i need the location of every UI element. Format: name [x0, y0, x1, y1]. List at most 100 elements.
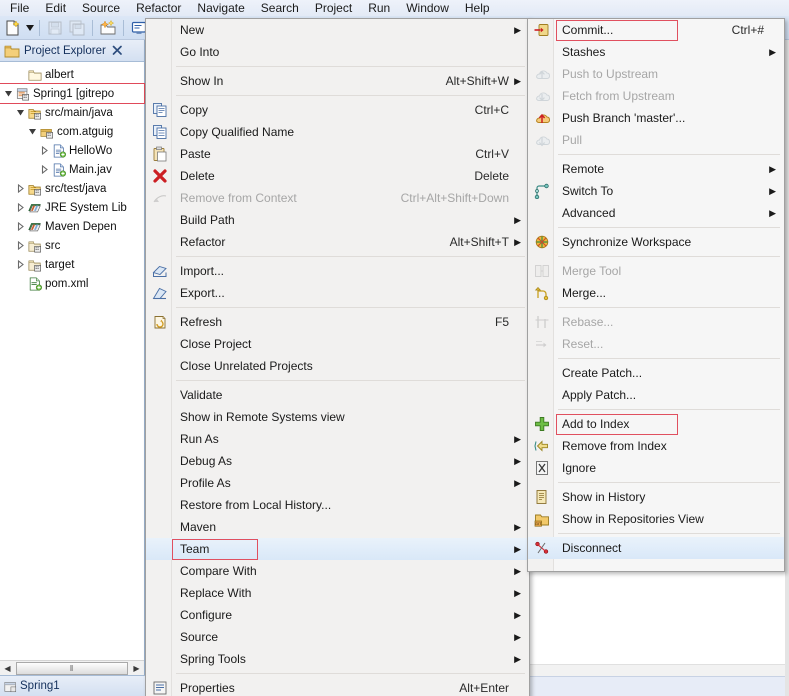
menubar-item-navigate[interactable]: Navigate [189, 0, 252, 16]
tree-expand-arrow[interactable] [38, 146, 50, 155]
tree-expand-arrow[interactable] [14, 184, 26, 193]
menu-item-show-in[interactable]: Show In Alt+Shift+W ▶ [146, 70, 529, 92]
collapsed-arrow-icon[interactable] [16, 184, 25, 193]
menubar-item-refactor[interactable]: Refactor [128, 0, 189, 16]
menu-item-remote[interactable]: Remote ▶ [528, 158, 784, 180]
project-explorer-tab[interactable]: Project Explorer [0, 40, 144, 62]
menu-item-show-in-remote-systems-view[interactable]: Show in Remote Systems view [146, 406, 529, 428]
collapsed-arrow-icon[interactable] [16, 241, 25, 250]
menu-item-close-project[interactable]: Close Project [146, 333, 529, 355]
tree-expand-arrow[interactable] [2, 89, 14, 98]
menu-item-build-path[interactable]: Build Path ▶ [146, 209, 529, 231]
expanded-arrow-icon[interactable] [16, 108, 25, 117]
new-wizard-dropdown[interactable] [25, 18, 34, 38]
expanded-arrow-icon[interactable] [4, 89, 13, 98]
menu-item-stashes[interactable]: Stashes ▶ [528, 41, 784, 63]
menubar-item-edit[interactable]: Edit [37, 0, 74, 16]
menu-item-synchronize-workspace[interactable]: Synchronize Workspace [528, 231, 784, 253]
menubar-item-window[interactable]: Window [398, 0, 457, 16]
menu-item-import[interactable]: Import... [146, 260, 529, 282]
tree-item-pom-xml[interactable]: pom.xml [0, 274, 144, 293]
team-submenu[interactable]: Commit... Ctrl+# Stashes ▶ Push to Upstream F… [527, 18, 785, 572]
menu-item-validate[interactable]: Validate [146, 384, 529, 406]
tree-item-com-atguig[interactable]: com.atguig [0, 122, 144, 141]
tree-item-target[interactable]: target [0, 255, 144, 274]
tree-item-jre-system-lib[interactable]: JRE System Lib [0, 198, 144, 217]
menu-item-create-patch[interactable]: Create Patch... [528, 362, 784, 384]
menu-item-refactor[interactable]: Refactor Alt+Shift+T ▶ [146, 231, 529, 253]
menu-item-run-as[interactable]: Run As ▶ [146, 428, 529, 450]
tree-item-albert[interactable]: albert [0, 65, 144, 84]
menu-item-close-unrelated-projects[interactable]: Close Unrelated Projects [146, 355, 529, 377]
menu-item-profile-as[interactable]: Profile As ▶ [146, 472, 529, 494]
tree-item-spring1-gitrepo[interactable]: Spring1 [gitrepo [0, 83, 145, 104]
menubar-item-source[interactable]: Source [74, 0, 128, 16]
menu-item-push-branch-master[interactable]: Push Branch 'master'... [528, 107, 784, 129]
expanded-arrow-icon[interactable] [28, 127, 37, 136]
menu-item-debug-as[interactable]: Debug As ▶ [146, 450, 529, 472]
menu-item-replace-with[interactable]: Replace With ▶ [146, 582, 529, 604]
menu-item-remove-from-index[interactable]: Remove from Index [528, 435, 784, 457]
tree-item-src-main-java[interactable]: src/main/java [0, 103, 144, 122]
collapsed-arrow-icon[interactable] [16, 260, 25, 269]
tree-expand-arrow[interactable] [38, 165, 50, 174]
scroll-thumb[interactable]: ‖ [16, 661, 128, 675]
menu-item-properties[interactable]: Properties Alt+Enter [146, 677, 529, 696]
collapsed-arrow-icon[interactable] [40, 146, 49, 155]
scroll-right-arrow-icon[interactable]: ▶ [129, 661, 144, 676]
project-tree[interactable]: albert Spring1 [gitrepo src/main/java com.a… [0, 62, 145, 293]
menu-item-commit[interactable]: Commit... Ctrl+# [528, 19, 784, 41]
tree-expand-arrow[interactable] [14, 203, 26, 212]
collapsed-arrow-icon[interactable] [40, 165, 49, 174]
menu-item-apply-patch[interactable]: Apply Patch... [528, 384, 784, 406]
menu-item-spring-tools[interactable]: Spring Tools ▶ [146, 648, 529, 670]
project-context-menu[interactable]: New ▶ Go Into Show In Alt+Shift+W ▶ Copy Ctrl+C… [145, 18, 530, 696]
tree-item-maven-depen[interactable]: Maven Depen [0, 217, 144, 236]
menu-item-maven[interactable]: Maven ▶ [146, 516, 529, 538]
menu-item-switch-to[interactable]: Switch To ▶ [528, 180, 784, 202]
explorer-bottom-tab[interactable]: Spring1 [0, 675, 145, 696]
menu-item-source[interactable]: Source ▶ [146, 626, 529, 648]
scroll-left-arrow-icon[interactable]: ◀ [0, 661, 15, 676]
menu-item-compare-with[interactable]: Compare With ▶ [146, 560, 529, 582]
save-button[interactable] [45, 18, 65, 38]
menu-item-export[interactable]: Export... [146, 282, 529, 304]
menu-item-copy[interactable]: Copy Ctrl+C [146, 99, 529, 121]
menu-item-refresh[interactable]: Refresh F5 [146, 311, 529, 333]
menu-item-delete[interactable]: Delete Delete [146, 165, 529, 187]
menu-item-add-to-index[interactable]: Add to Index [528, 413, 784, 435]
menu-item-go-into[interactable]: Go Into [146, 41, 529, 63]
menubar-item-file[interactable]: File [2, 0, 37, 16]
menubar-item-help[interactable]: Help [457, 0, 498, 16]
menu-item-merge[interactable]: Merge... [528, 282, 784, 304]
close-view-icon[interactable] [112, 45, 123, 56]
tree-expand-arrow[interactable] [26, 127, 38, 136]
collapsed-arrow-icon[interactable] [16, 203, 25, 212]
tree-expand-arrow[interactable] [14, 260, 26, 269]
menubar-item-run[interactable]: Run [360, 0, 398, 16]
menu-item-show-in-repositories-view[interactable]: GIT Show in Repositories View [528, 508, 784, 530]
menu-item-restore-from-local-history[interactable]: Restore from Local History... [146, 494, 529, 516]
menu-item-paste[interactable]: Paste Ctrl+V [146, 143, 529, 165]
tree-item-main-jav[interactable]: Main.jav [0, 160, 144, 179]
tree-expand-arrow[interactable] [14, 108, 26, 117]
tree-item-src-test-java[interactable]: src/test/java [0, 179, 144, 198]
menu-item-advanced[interactable]: Advanced ▶ [528, 202, 784, 224]
tree-item-src[interactable]: src [0, 236, 144, 255]
menu-item-new[interactable]: New ▶ [146, 19, 529, 41]
tree-expand-arrow[interactable] [14, 222, 26, 231]
collapsed-arrow-icon[interactable] [16, 222, 25, 231]
new-wizard-button[interactable] [3, 18, 23, 38]
menu-item-copy-qualified-name[interactable]: Copy Qualified Name [146, 121, 529, 143]
tree-item-hellowo[interactable]: HelloWo [0, 141, 144, 160]
menu-item-show-in-history[interactable]: Show in History [528, 486, 784, 508]
menu-item-configure[interactable]: Configure ▶ [146, 604, 529, 626]
new-java-package-button[interactable] [98, 18, 118, 38]
menu-item-disconnect[interactable]: Disconnect [528, 537, 784, 559]
tree-expand-arrow[interactable] [14, 241, 26, 250]
menu-item-ignore[interactable]: Ignore [528, 457, 784, 479]
save-all-button[interactable] [67, 18, 87, 38]
menubar-item-project[interactable]: Project [307, 0, 360, 16]
menu-item-team[interactable]: Team ▶ [146, 538, 529, 560]
menubar-item-search[interactable]: Search [253, 0, 307, 16]
